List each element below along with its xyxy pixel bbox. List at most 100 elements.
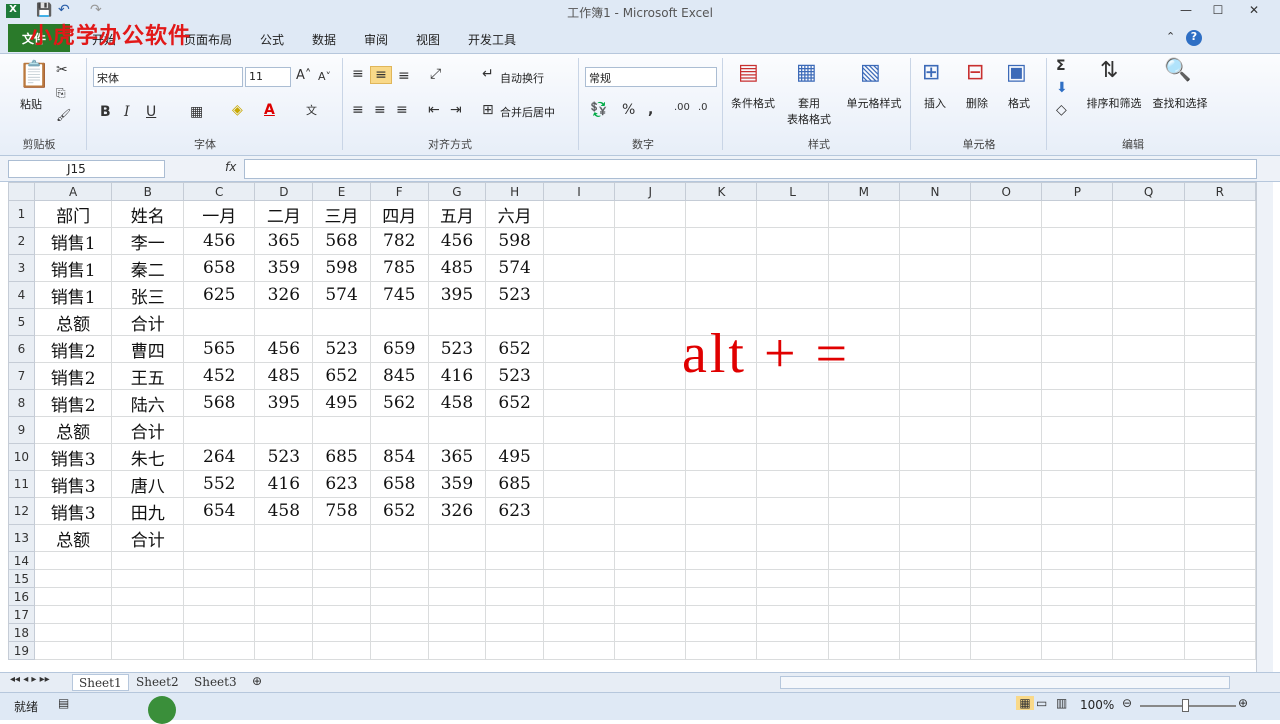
cell[interactable] xyxy=(254,605,314,624)
cell-styles-button[interactable]: 单元格样式 xyxy=(842,95,906,111)
cell[interactable] xyxy=(685,200,758,228)
row-header[interactable]: 2 xyxy=(8,227,35,255)
cell[interactable] xyxy=(756,524,829,552)
cell[interactable]: 陆六 xyxy=(111,389,184,417)
select-all-corner[interactable] xyxy=(8,182,35,201)
format-as-table-label2[interactable]: 表格格式 xyxy=(780,111,838,127)
cell[interactable]: 625 xyxy=(182,281,256,309)
percent-icon[interactable]: % xyxy=(622,102,635,118)
cell[interactable] xyxy=(970,308,1043,336)
cell[interactable] xyxy=(970,443,1043,471)
cell[interactable] xyxy=(1183,335,1256,363)
cell[interactable] xyxy=(111,605,184,624)
cell[interactable] xyxy=(614,587,687,606)
cell[interactable] xyxy=(312,605,371,624)
cell-table[interactable]: ABCDEFGHIJKLMNOPQR 1 部门 姓名 一月 二月 三月 四月 五月 六月 2 销售1… xyxy=(8,182,1256,660)
cell[interactable] xyxy=(898,200,972,228)
cell[interactable] xyxy=(898,254,972,282)
cell[interactable] xyxy=(685,551,758,570)
cell[interactable] xyxy=(970,389,1043,417)
cell[interactable] xyxy=(1183,569,1256,588)
cell[interactable] xyxy=(1112,227,1185,255)
row-header[interactable]: 14 xyxy=(8,551,35,570)
cell[interactable] xyxy=(1112,587,1185,606)
cell[interactable] xyxy=(1112,389,1185,417)
cell[interactable] xyxy=(542,623,616,642)
cell[interactable]: 姓名 xyxy=(111,200,184,228)
cell[interactable]: 二月 xyxy=(254,200,314,228)
cell[interactable] xyxy=(970,497,1043,525)
align-left-icon[interactable]: ≡ xyxy=(352,102,364,118)
sort-filter-button[interactable]: 排序和筛选 xyxy=(1084,95,1144,111)
row-header[interactable]: 9 xyxy=(8,416,35,444)
cell[interactable]: 495 xyxy=(312,389,371,417)
cell[interactable] xyxy=(254,416,314,444)
column-header[interactable]: E xyxy=(312,182,371,201)
cell[interactable]: 568 xyxy=(312,227,371,255)
cell[interactable] xyxy=(182,524,256,552)
cell[interactable] xyxy=(1183,623,1256,642)
cell[interactable]: 552 xyxy=(182,470,256,498)
cell[interactable]: 326 xyxy=(427,497,487,525)
cell[interactable] xyxy=(254,551,314,570)
cell[interactable]: 456 xyxy=(182,227,256,255)
orientation-icon[interactable]: ⤢ xyxy=(430,66,441,82)
delete-button[interactable]: 删除 xyxy=(960,95,994,111)
cell[interactable] xyxy=(898,362,972,390)
cell[interactable] xyxy=(427,308,487,336)
cell[interactable] xyxy=(898,623,972,642)
cell[interactable] xyxy=(685,443,758,471)
cell[interactable] xyxy=(756,281,829,309)
cell[interactable] xyxy=(542,335,616,363)
cell[interactable] xyxy=(542,641,616,660)
cell[interactable] xyxy=(1041,551,1114,570)
find-select-button[interactable]: 查找和选择 xyxy=(1148,95,1212,111)
cell[interactable] xyxy=(1041,443,1114,471)
cell[interactable] xyxy=(1112,605,1185,624)
cell[interactable] xyxy=(254,524,314,552)
cell[interactable]: 845 xyxy=(369,362,429,390)
cell[interactable]: 秦二 xyxy=(111,254,184,282)
cell[interactable]: 395 xyxy=(254,389,314,417)
macro-record-icon[interactable]: ▤ xyxy=(58,696,69,710)
cell[interactable] xyxy=(542,497,616,525)
cell[interactable] xyxy=(542,227,616,255)
row-header[interactable]: 1 xyxy=(8,200,35,228)
cell[interactable] xyxy=(685,470,758,498)
cell[interactable] xyxy=(827,623,900,642)
cell[interactable] xyxy=(427,569,487,588)
cell[interactable] xyxy=(369,605,429,624)
tab-formulas[interactable]: 公式 xyxy=(260,31,284,48)
cell[interactable] xyxy=(756,443,829,471)
cell[interactable]: 758 xyxy=(312,497,371,525)
cell[interactable] xyxy=(1112,443,1185,471)
cell[interactable] xyxy=(1183,308,1256,336)
cell[interactable] xyxy=(542,443,616,471)
cell[interactable]: 495 xyxy=(485,443,544,471)
cell[interactable]: 574 xyxy=(312,281,371,309)
cell[interactable]: 一月 xyxy=(182,200,256,228)
cell[interactable] xyxy=(427,641,487,660)
cell[interactable] xyxy=(614,362,687,390)
cell[interactable] xyxy=(756,587,829,606)
sheet-nav-arrows-icon[interactable]: ◂◂ ◂ ▸ ▸▸ xyxy=(10,674,50,685)
cell[interactable] xyxy=(542,308,616,336)
cell[interactable] xyxy=(1041,623,1114,642)
row-header[interactable]: 8 xyxy=(8,389,35,417)
cell[interactable]: 523 xyxy=(312,335,371,363)
cell[interactable]: 652 xyxy=(369,497,429,525)
format-cells-icon[interactable]: ▣ xyxy=(1006,60,1027,85)
zoom-in-icon[interactable]: ⊕ xyxy=(1238,696,1248,710)
cell-styles-icon[interactable]: ▧ xyxy=(860,60,881,85)
cell[interactable]: 562 xyxy=(369,389,429,417)
cell[interactable] xyxy=(1041,362,1114,390)
column-header[interactable]: P xyxy=(1041,182,1114,201)
paste-button[interactable]: 粘贴 xyxy=(14,96,48,112)
tab-page-layout[interactable]: 页面布局 xyxy=(184,31,232,48)
cell[interactable] xyxy=(1112,362,1185,390)
cell[interactable] xyxy=(1041,254,1114,282)
zoom-out-icon[interactable]: ⊖ xyxy=(1122,696,1132,710)
cell[interactable] xyxy=(685,254,758,282)
comma-style-icon[interactable]: , xyxy=(648,102,653,118)
cell[interactable] xyxy=(898,524,972,552)
